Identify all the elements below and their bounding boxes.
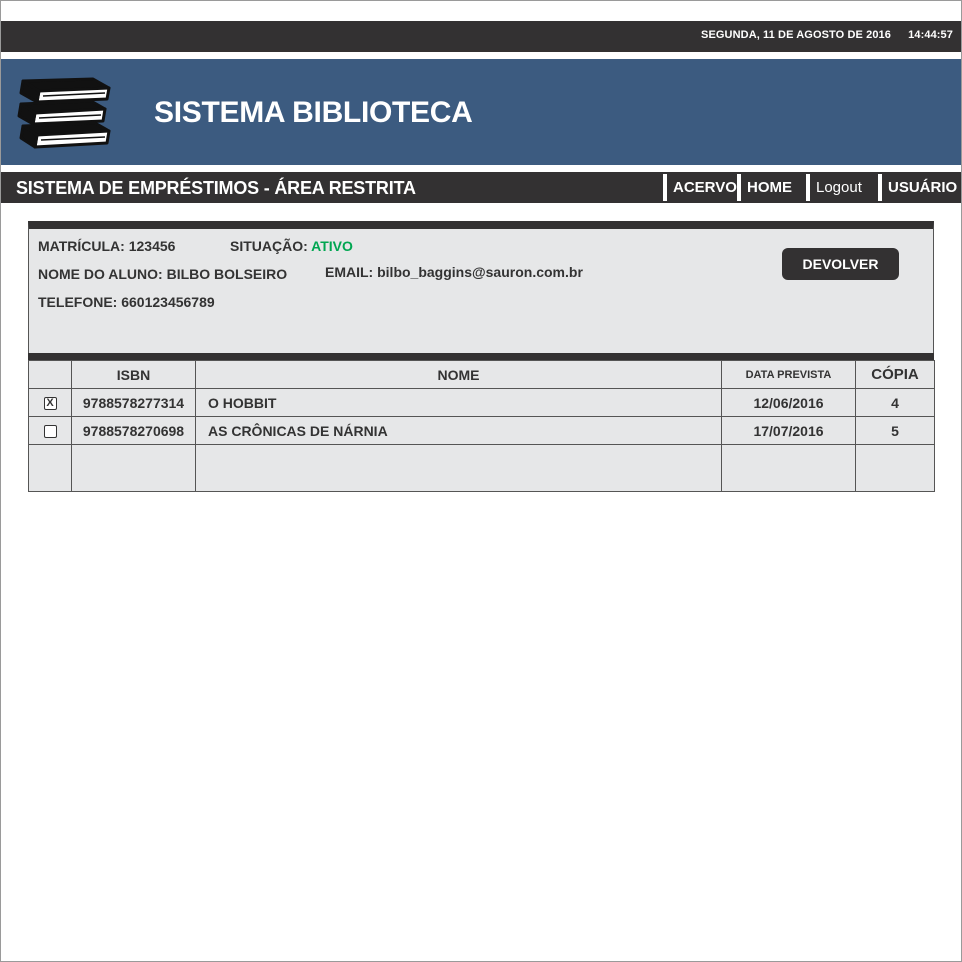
empty-table-row bbox=[28, 444, 935, 492]
row-checkbox[interactable]: X bbox=[43, 397, 57, 411]
copia-cell: 5 bbox=[855, 416, 935, 445]
nome-aluno-label: NOME DO ALUNO: bbox=[38, 266, 163, 282]
email-value: bilbo_baggins@sauron.com.br bbox=[377, 264, 583, 280]
empty-cell bbox=[721, 444, 856, 492]
current-time: 14:44:57 bbox=[908, 29, 953, 41]
telefone-value: 660123456789 bbox=[121, 294, 215, 310]
data-prevista-cell: 17/07/2016 bbox=[721, 416, 856, 445]
nome-column-header: NOME bbox=[195, 360, 722, 389]
table-row: X 9788578277314 O HOBBIT 12/06/2016 4 bbox=[28, 388, 935, 417]
empty-cell bbox=[28, 444, 72, 492]
table-row: 9788578270698 AS CRÔNICAS DE NÁRNIA 17/0… bbox=[28, 416, 935, 445]
email-field: EMAIL: bilbo_baggins@sauron.com.br bbox=[325, 264, 583, 280]
data-prevista-cell: 12/06/2016 bbox=[721, 388, 856, 417]
matricula-label: MATRÍCULA: bbox=[38, 238, 125, 254]
return-button[interactable]: DEVOLVER bbox=[782, 248, 899, 280]
nome-cell: O HOBBIT bbox=[195, 388, 722, 417]
app-header: SISTEMA BIBLIOTECA bbox=[1, 59, 961, 165]
table-header-row: ISBN NOME DATA PREVISTA CÓPIA bbox=[28, 360, 935, 389]
loans-table: ISBN NOME DATA PREVISTA CÓPIA X 97885782… bbox=[28, 360, 935, 492]
loans-table-container: ISBN NOME DATA PREVISTA CÓPIA X 97885782… bbox=[28, 353, 935, 492]
nav-item-acervo[interactable]: ACERVO bbox=[663, 174, 737, 201]
situacao-label: SITUAÇÃO: bbox=[230, 238, 308, 254]
data-prevista-column-header: DATA PREVISTA bbox=[721, 360, 856, 389]
isbn-cell: 9788578270698 bbox=[71, 416, 196, 445]
copia-column-header: CÓPIA bbox=[855, 360, 935, 389]
section-title: SISTEMA DE EMPRÉSTIMOS - ÁREA RESTRITA bbox=[16, 178, 416, 198]
datetime: SEGUNDA, 11 DE AGOSTO DE 2016 14:44:57 bbox=[701, 29, 953, 41]
copia-cell: 4 bbox=[855, 388, 935, 417]
row-select-cell: X bbox=[28, 388, 72, 417]
email-label: EMAIL: bbox=[325, 264, 374, 280]
matricula-value: 123456 bbox=[128, 238, 176, 254]
top-status-bar: SEGUNDA, 11 DE AGOSTO DE 2016 14:44:57 bbox=[1, 21, 961, 52]
student-info-panel: MATRÍCULA: 123456 SITUAÇÃO: ATIVO NOME D… bbox=[28, 221, 934, 360]
app-title: SISTEMA BIBLIOTECA bbox=[154, 96, 473, 129]
telefone-field: TELEFONE: 660123456789 bbox=[38, 294, 215, 310]
status-badge: ATIVO bbox=[311, 238, 353, 254]
row-checkbox[interactable] bbox=[43, 425, 57, 439]
current-date: SEGUNDA, 11 DE AGOSTO DE 2016 bbox=[701, 29, 891, 41]
telefone-label: TELEFONE: bbox=[38, 294, 118, 310]
empty-cell bbox=[855, 444, 935, 492]
books-stack-icon bbox=[17, 77, 111, 149]
nome-aluno-value: BILBO BOLSEIRO bbox=[166, 266, 288, 282]
isbn-column-header: ISBN bbox=[71, 360, 196, 389]
situacao-field: SITUAÇÃO: ATIVO bbox=[230, 238, 353, 254]
nav-item-home[interactable]: HOME bbox=[737, 174, 792, 201]
nome-cell: AS CRÔNICAS DE NÁRNIA bbox=[195, 416, 722, 445]
matricula-field: MATRÍCULA: 123456 bbox=[38, 238, 175, 254]
nav-item-usuario[interactable]: USUÁRIO bbox=[878, 174, 957, 201]
nome-aluno-field: NOME DO ALUNO: BILBO BOLSEIRO bbox=[38, 266, 287, 282]
isbn-cell: 9788578277314 bbox=[71, 388, 196, 417]
select-column-header bbox=[28, 360, 72, 389]
empty-cell bbox=[71, 444, 196, 492]
navbar: SISTEMA DE EMPRÉSTIMOS - ÁREA RESTRITA A… bbox=[1, 172, 961, 203]
nav-item-logout[interactable]: Logout bbox=[806, 174, 862, 201]
empty-cell bbox=[195, 444, 722, 492]
row-select-cell bbox=[28, 416, 72, 445]
